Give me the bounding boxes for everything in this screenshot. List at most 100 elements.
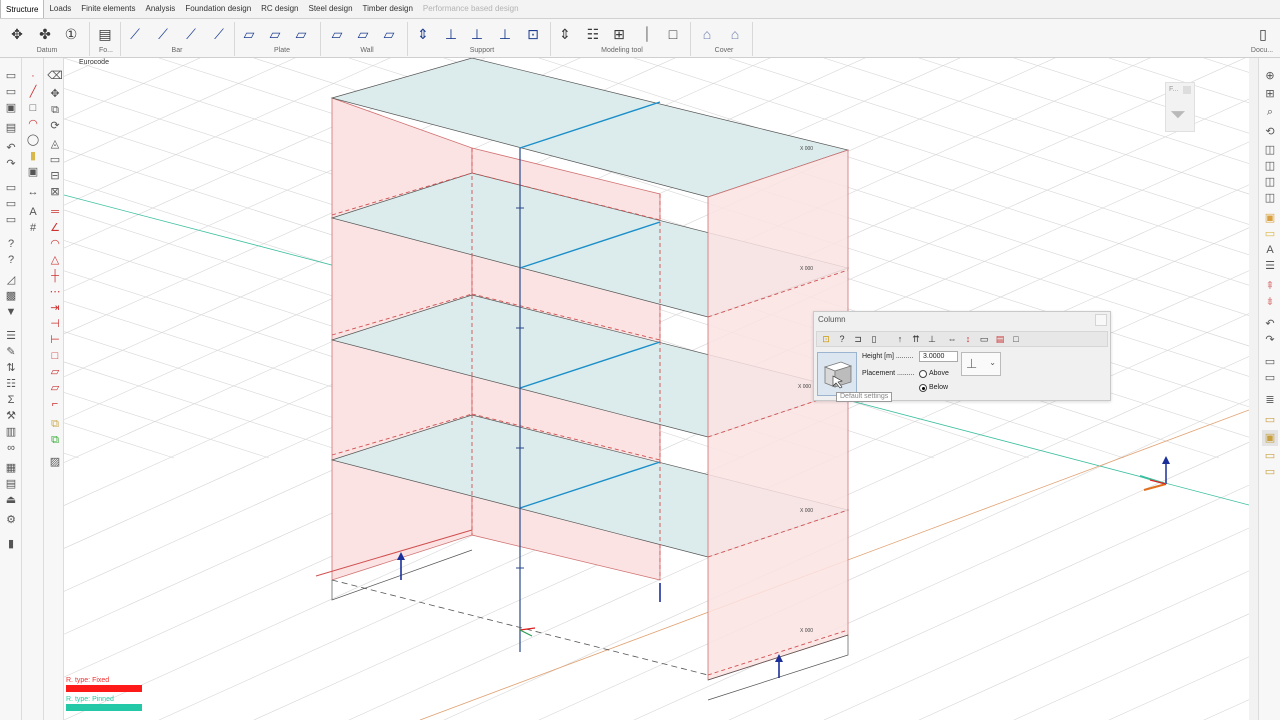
save-icon[interactable]: ▣ xyxy=(3,100,19,116)
help-icon[interactable]: ? xyxy=(3,236,19,252)
properties-icon[interactable]: ▭ xyxy=(978,333,990,345)
page-icon[interactable]: ▱ xyxy=(47,364,63,380)
default-settings-icon[interactable]: ⊡ xyxy=(820,333,832,345)
layer-4-icon[interactable]: ▭ xyxy=(1262,464,1278,480)
image-icon[interactable]: ▩ xyxy=(3,288,19,304)
angle-icon[interactable]: ∠ xyxy=(47,220,63,236)
bar-beam-icon[interactable]: ⟋ xyxy=(124,23,146,45)
tab-structure[interactable]: Structure xyxy=(0,0,45,18)
align-icon[interactable]: ▭ xyxy=(47,152,63,168)
arc-edit-icon[interactable]: ◠ xyxy=(47,236,63,252)
grid-table-icon[interactable]: ▦ xyxy=(3,460,19,476)
rotate-icon[interactable]: ⟳ xyxy=(47,118,63,134)
placement-below-radio[interactable] xyxy=(919,384,927,392)
intersect-icon[interactable]: ┼ xyxy=(47,268,63,284)
filter-icon[interactable]: ▼ xyxy=(3,304,19,320)
render-icon[interactable]: ▣ xyxy=(1262,210,1278,226)
chart-icon[interactable]: ▥ xyxy=(3,424,19,440)
view-front-icon[interactable]: ◫ xyxy=(1262,142,1278,158)
tab-analysis[interactable]: Analysis xyxy=(141,0,181,18)
layers-icon[interactable]: ▭ xyxy=(3,212,19,228)
move-icon[interactable]: ✥ xyxy=(47,86,63,102)
plate-slab-icon[interactable]: ▱ xyxy=(264,23,286,45)
column-preview-button[interactable] xyxy=(817,352,857,396)
blank-icon[interactable]: □ xyxy=(1010,333,1022,345)
foundation-icon[interactable]: ▤ xyxy=(93,23,117,45)
dots-icon[interactable]: ⋯ xyxy=(47,284,63,300)
cover-dome-icon[interactable]: ⌂ xyxy=(722,23,748,45)
storey-icon[interactable]: ≣ xyxy=(1262,392,1278,408)
datum-number-icon[interactable]: ① xyxy=(60,23,82,45)
hash-icon[interactable]: # xyxy=(25,220,41,236)
plate-shell-icon[interactable]: ▱ xyxy=(238,23,260,45)
filter-panel[interactable]: F... ⏷ xyxy=(1165,82,1195,132)
tab-loads[interactable]: Loads xyxy=(44,0,76,18)
font-icon[interactable]: A xyxy=(1262,242,1278,258)
tab-rc-design[interactable]: RC design xyxy=(256,0,303,18)
bar-column-icon[interactable]: ⟋ xyxy=(152,23,174,45)
break-icon[interactable]: ⊢ xyxy=(47,332,63,348)
layer-2-icon[interactable]: ▣ xyxy=(1262,430,1278,446)
binoculars-icon[interactable]: ∞ xyxy=(3,440,19,456)
viewport-scrollbar[interactable] xyxy=(1249,58,1258,720)
dialog-close-button[interactable] xyxy=(1095,314,1107,326)
layer-1-icon[interactable]: ▭ xyxy=(1262,412,1278,428)
plate-membrane-icon[interactable]: ▱ xyxy=(290,23,312,45)
parallel-icon[interactable]: ═ xyxy=(47,204,63,220)
join-icon[interactable]: ⌐ xyxy=(47,396,63,412)
new-file-icon[interactable]: ▭ xyxy=(3,68,19,84)
settings-icon[interactable]: ⚙ xyxy=(3,512,19,528)
wall-panel-icon[interactable]: ▱ xyxy=(378,23,400,45)
tab-timber-design[interactable]: Timber design xyxy=(358,0,418,18)
frame-icon[interactable]: □ xyxy=(47,348,63,364)
split-icon[interactable]: ⊟ xyxy=(47,168,63,184)
open-file-icon[interactable]: ▭ xyxy=(3,84,19,100)
release-icon[interactable]: ↕ xyxy=(962,333,974,345)
height-input[interactable]: 3.0000 xyxy=(919,351,958,362)
list-view-icon[interactable]: ☰ xyxy=(1262,258,1278,274)
wall-profiled-icon[interactable]: ▱ xyxy=(352,23,374,45)
library-icon[interactable]: ▮ xyxy=(3,536,19,552)
orbit-icon[interactable]: ⟲ xyxy=(1262,124,1278,140)
weight-icon[interactable]: ⏏ xyxy=(3,492,19,508)
text-icon[interactable]: A xyxy=(25,204,41,220)
modeling-line-icon[interactable]: ⏐ xyxy=(636,23,658,45)
support-group-icon[interactable]: ⊥ xyxy=(494,23,516,45)
help-icon[interactable]: ? xyxy=(836,333,848,345)
eccentricity-icon[interactable]: ⇔ xyxy=(946,333,958,345)
extend-icon[interactable]: ⇥ xyxy=(47,300,63,316)
bar-brace-icon[interactable]: ⟋ xyxy=(180,23,202,45)
paste-icon[interactable]: ▭ xyxy=(3,196,19,212)
cover-roof-icon[interactable]: ⌂ xyxy=(694,23,720,45)
move-down-icon[interactable]: ⇟ xyxy=(1262,294,1278,310)
triangle-icon[interactable]: △ xyxy=(47,252,63,268)
undo-icon[interactable]: ↶ xyxy=(3,140,19,156)
circle-icon[interactable]: ◯ xyxy=(25,132,41,148)
placement-above-radio[interactable] xyxy=(919,370,927,378)
view-top-icon[interactable]: ◫ xyxy=(1262,174,1278,190)
dimension-icon[interactable]: ↔ xyxy=(25,184,41,200)
box-icon[interactable]: ▣ xyxy=(25,164,41,180)
modeling-storey-icon[interactable]: ☷ xyxy=(582,23,604,45)
base-icon[interactable]: ⊥ xyxy=(926,333,938,345)
modeling-region-icon[interactable]: □ xyxy=(662,23,684,45)
calculator-icon[interactable]: ▤ xyxy=(3,476,19,492)
modeling-connection-icon[interactable]: ⇕ xyxy=(554,23,576,45)
support-line-icon[interactable]: ⊥ xyxy=(440,23,462,45)
filter-close-button[interactable] xyxy=(1183,86,1191,94)
table-icon[interactable]: ☰ xyxy=(3,328,19,344)
panel-2-icon[interactable]: ▭ xyxy=(1262,370,1278,386)
document-icon[interactable]: ▯ xyxy=(1252,23,1274,45)
copy-move-icon[interactable]: ⧉ xyxy=(47,102,63,118)
copy-icon[interactable]: ▭ xyxy=(3,180,19,196)
bar-member-icon[interactable]: ⟋ xyxy=(208,23,230,45)
zoom-window-icon[interactable]: ⊞ xyxy=(1262,86,1278,102)
list-icon[interactable]: ☷ xyxy=(3,376,19,392)
context-help-icon[interactable]: ? xyxy=(3,252,19,268)
copy-green-icon[interactable]: ⧉ xyxy=(47,432,63,448)
select-icon[interactable]: ▨ xyxy=(47,454,63,470)
eraser-icon[interactable]: ⌫ xyxy=(47,68,63,84)
move-up-icon[interactable]: ⇞ xyxy=(1262,278,1278,294)
stretch-icon[interactable]: ⊠ xyxy=(47,184,63,200)
position-dropdown[interactable]: ⊥ ⌄ xyxy=(961,352,1001,376)
